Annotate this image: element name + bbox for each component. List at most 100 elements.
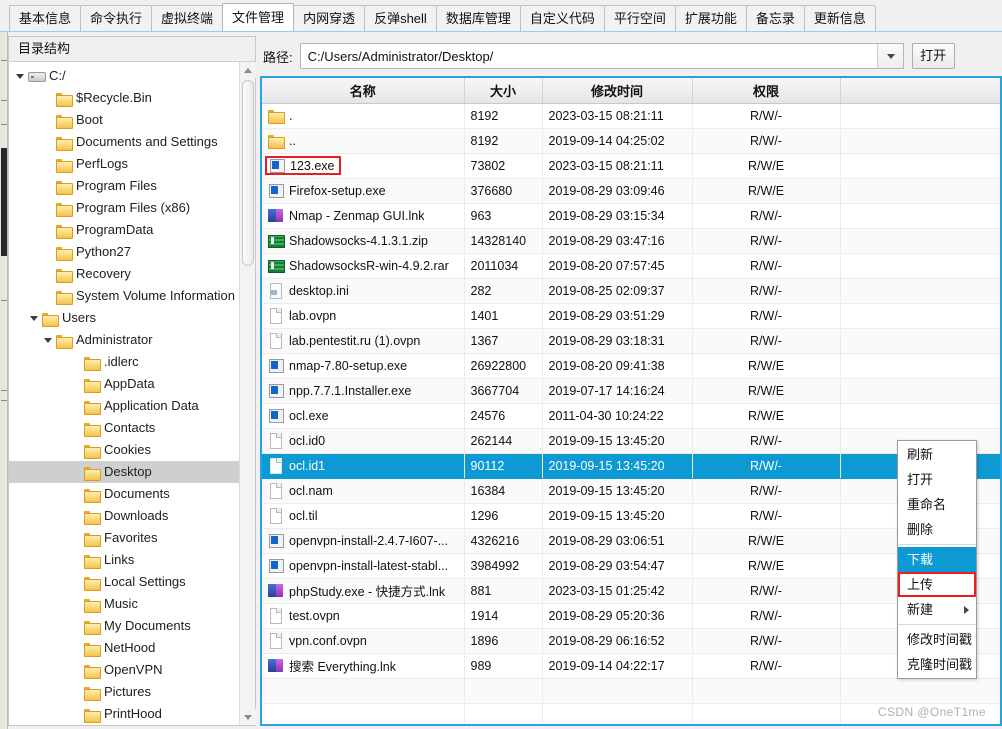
file-name-cell[interactable]: ShadowsocksR-win-4.9.2.rar [262,253,465,279]
table-row[interactable]: openvpn-install-2.4.7-I607-... 4326216 201… [262,528,1000,554]
table-row[interactable]: lab.pentestit.ru (1).ovpn 1367 2019-08-29 … [262,328,1000,354]
tab-3[interactable]: 文件管理 [222,3,295,31]
table-row[interactable]: openvpn-install-latest-stabl... 3984992 20… [262,553,1000,579]
tree-scroll-viewport[interactable]: C:/ $Recycle.Bin Boot Documents and Setting… [9,62,255,725]
tab-1[interactable]: 命令执行 [80,5,153,31]
tree-node[interactable]: Program Files (x86) [9,197,255,219]
table-row[interactable]: npp.7.7.1.Installer.exe 3667704 2019-07-17… [262,378,1000,404]
file-name-cell[interactable]: Shadowsocks-4.1.3.1.zip [262,228,465,254]
tree-node[interactable]: Cookies [9,439,255,461]
tree-node[interactable]: .idlerc [9,351,255,373]
table-row[interactable]: Shadowsocks-4.1.3.1.zip 14328140 2019-08-2… [262,228,1000,254]
table-row[interactable]: ocl.exe 24576 2011-04-30 10:24:22 R/W/E [262,403,1000,429]
tree-node[interactable]: Boot [9,109,255,131]
caret-down-icon[interactable] [43,329,56,351]
file-name-cell[interactable]: Nmap - Zenmap GUI.lnk [262,203,465,229]
tree-node[interactable]: Application Data [9,395,255,417]
tab-8[interactable]: 平行空间 [603,5,676,31]
context-menu-item[interactable]: 修改时间戳 [898,627,976,652]
table-row[interactable]: phpStudy.exe - 快捷方式.lnk 881 2023-03-15 01:… [262,578,1000,604]
tab-9[interactable]: 扩展功能 [674,5,747,31]
chevron-down-icon[interactable] [876,44,903,68]
file-name-cell[interactable]: npp.7.7.1.Installer.exe [262,378,465,404]
file-name-cell[interactable]: ocl.nam [262,478,465,504]
tab-4[interactable]: 内网穿透 [293,5,366,31]
column-header-1[interactable]: 大小 [464,78,543,104]
tab-11[interactable]: 更新信息 [803,5,876,31]
column-header-3[interactable]: 权限 [692,78,841,104]
tab-2[interactable]: 虚拟终端 [151,5,224,31]
tree-node[interactable]: NetHood [9,637,255,659]
scroll-up-arrow-icon[interactable] [240,62,256,78]
open-button[interactable]: 打开 [911,43,955,69]
caret-down-icon[interactable] [15,65,28,87]
tree-node[interactable]: Administrator [9,329,255,351]
tree-node[interactable]: Python27 [9,241,255,263]
context-menu-item[interactable]: 重命名 [898,492,976,517]
tree-node[interactable]: Recovery [9,263,255,285]
tree-node[interactable]: PerfLogs [9,153,255,175]
tree-node[interactable]: ProgramData [9,219,255,241]
tree-node[interactable]: Downloads [9,505,255,527]
tree-node[interactable]: OpenVPN [9,659,255,681]
file-name-cell[interactable]: ocl.til [262,503,465,529]
context-menu-item[interactable]: 上传 [898,572,976,597]
tree-node[interactable]: Documents [9,483,255,505]
file-name-cell[interactable]: vpn.conf.ovpn [262,628,465,654]
table-row[interactable]: 123.exe 73802 2023-03-15 08:21:11 R/W/E [262,153,1000,179]
tab-0[interactable]: 基本信息 [9,5,82,31]
path-input[interactable]: C:/Users/Administrator/Desktop/ [301,49,877,64]
file-name-cell[interactable]: Firefox-setup.exe [262,178,465,204]
tree-node[interactable]: Documents and Settings [9,131,255,153]
file-name-cell[interactable]: test.ovpn [262,603,465,629]
table-row[interactable]: . 8192 2023-03-15 08:21:11 R/W/- [262,103,1000,129]
column-header-4[interactable] [840,78,1000,104]
context-menu-item[interactable]: 删除 [898,517,976,542]
column-header-2[interactable]: 修改时间 [542,78,693,104]
tree-node[interactable]: C:/ [9,65,255,87]
tree-node[interactable]: AppData [9,373,255,395]
table-row[interactable]: test.ovpn 1914 2019-08-29 05:20:36 R/W/- [262,603,1000,629]
tree-node[interactable]: Favorites [9,527,255,549]
file-name-cell[interactable]: desktop.ini [262,278,465,304]
table-row[interactable]: .. 8192 2019-09-14 04:25:02 R/W/- [262,128,1000,154]
file-name-cell[interactable]: ocl.id1 [262,453,465,479]
tree-scrollbar[interactable] [239,62,256,725]
tree-node[interactable]: Links [9,549,255,571]
file-name-cell[interactable]: ocl.exe [262,403,465,429]
tree-node[interactable]: Contacts [9,417,255,439]
context-menu-item[interactable]: 刷新 [898,442,976,467]
table-row[interactable]: 搜索 Everything.lnk 989 2019-09-14 04:22:17 R… [262,653,1000,679]
context-menu-item[interactable]: 新建 [898,597,976,622]
file-name-cell[interactable]: openvpn-install-latest-stabl... [262,553,465,579]
tree-node[interactable]: Program Files [9,175,255,197]
file-name-cell[interactable]: .. [262,128,465,154]
table-row[interactable]: lab.ovpn 1401 2019-08-29 03:51:29 R/W/- [262,303,1000,329]
file-name-cell[interactable]: lab.ovpn [262,303,465,329]
file-name-cell[interactable]: . [262,103,465,129]
tab-10[interactable]: 备忘录 [745,5,805,31]
tree-node[interactable]: $Recycle.Bin [9,87,255,109]
file-name-cell[interactable]: 搜索 Everything.lnk [262,653,465,679]
table-row[interactable]: ShadowsocksR-win-4.9.2.rar 2011034 2019-08… [262,253,1000,279]
tab-6[interactable]: 数据库管理 [435,5,521,31]
table-row[interactable]: vpn.conf.ovpn 1896 2019-08-29 06:16:52 R/W/… [262,628,1000,654]
table-row[interactable]: ocl.nam 16384 2019-09-15 13:45:20 R/W/- [262,478,1000,504]
path-combobox[interactable]: C:/Users/Administrator/Desktop/ [299,43,904,69]
table-row[interactable]: Firefox-setup.exe 376680 2019-08-29 03:09:… [262,178,1000,204]
table-row[interactable]: ocl.til 1296 2019-09-15 13:45:20 R/W/- [262,503,1000,529]
tree-node[interactable]: Local Settings [9,571,255,593]
context-menu-item[interactable]: 打开 [898,467,976,492]
tree-node[interactable]: My Documents [9,615,255,637]
file-name-cell[interactable]: ocl.id0 [262,428,465,454]
file-name-cell[interactable]: openvpn-install-2.4.7-I607-... [262,528,465,554]
tree-node[interactable]: Pictures [9,681,255,703]
table-row[interactable]: Nmap - Zenmap GUI.lnk 963 2019-08-29 03:15… [262,203,1000,229]
file-name-cell[interactable]: lab.pentestit.ru (1).ovpn [262,328,465,354]
file-name-cell[interactable]: phpStudy.exe - 快捷方式.lnk [262,578,465,604]
tab-7[interactable]: 自定义代码 [519,5,605,31]
tab-5[interactable]: 反弹shell [364,5,437,31]
context-menu-item[interactable]: 克隆时间戳 [898,652,976,677]
table-row[interactable]: ocl.id1 90112 2019-09-15 13:45:20 R/W/- [262,453,1000,479]
file-name-cell[interactable]: 123.exe [262,153,465,179]
